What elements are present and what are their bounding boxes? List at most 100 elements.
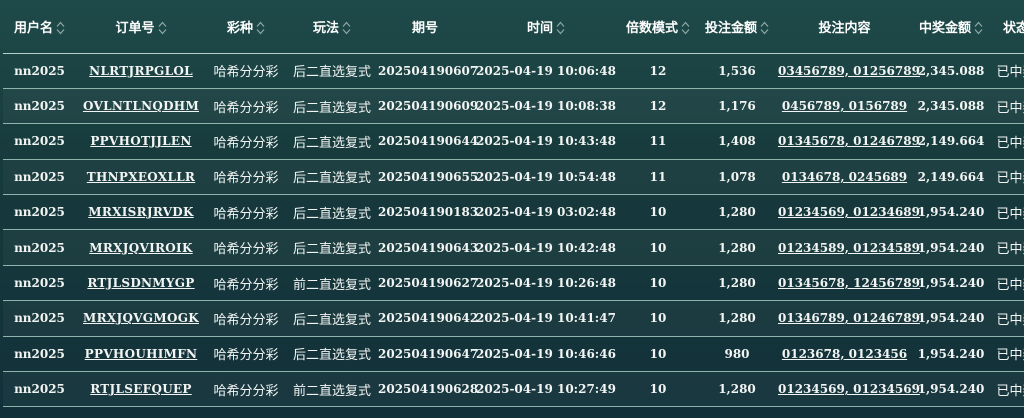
cell-issue-number: 202504190628	[378, 371, 478, 408]
sort-icon[interactable]	[158, 21, 167, 35]
column-header-bet-amount[interactable]: 投注金额	[696, 0, 778, 53]
cell-status: 已中奖	[991, 300, 1024, 337]
cell-bet-amount: 1,280	[696, 300, 778, 337]
bet-content-link[interactable]: 01346789, 01246789	[778, 311, 920, 325]
bet-content-link[interactable]: 0123678, 0123456	[782, 347, 907, 361]
table-header: 用户名 订单号 彩种 玩法 期号 时间 倍数模式 投注金额 投注内容 中奖金额 状态	[3, 0, 1024, 53]
cell-lottery-type: 哈希分分彩	[206, 300, 286, 337]
sort-icon[interactable]	[342, 21, 351, 35]
cell-status: 已中奖	[991, 123, 1024, 160]
cell-order-number: NLRTJRPGLOL	[76, 52, 206, 89]
sort-icon[interactable]	[556, 21, 565, 35]
cell-lottery-type: 哈希分分彩	[206, 87, 286, 124]
cell-issue-number: 202504190183	[378, 194, 478, 230]
order-number-link[interactable]: NLRTJRPGLOL	[89, 64, 193, 78]
order-number-link[interactable]: MRXJQVGMOGK	[83, 311, 199, 325]
sort-icon[interactable]	[256, 21, 265, 35]
cell-multiple-mode: 12	[620, 87, 696, 124]
order-number-link[interactable]: THNPXEOXLLR	[87, 170, 195, 184]
column-header-win-amount[interactable]: 中奖金额	[911, 0, 991, 53]
column-header-lottery-type[interactable]: 彩种	[206, 0, 286, 53]
cell-bet-content: 01345678, 01246789	[778, 123, 920, 160]
cell-username: nn2025	[3, 87, 76, 124]
order-number-link[interactable]: OVLNTLNQDHM	[83, 99, 199, 113]
column-header-label: 状态	[1002, 20, 1024, 36]
bet-content-link[interactable]: 01234589, 01234589	[778, 241, 920, 255]
column-header-bet-content: 投注内容	[778, 0, 911, 53]
bet-records-panel: 用户名 订单号 彩种 玩法 期号 时间 倍数模式 投注金额 投注内容 中奖金额 状态 nn2025 N…	[0, 0, 1024, 418]
cell-lottery-type: 哈希分分彩	[206, 123, 286, 160]
table-body: nn2025 NLRTJRPGLOL 哈希分分彩 后二直选复式 202504190607…	[3, 52, 1024, 408]
cell-win-amount: 1,954.240	[911, 194, 991, 230]
sort-icon[interactable]	[56, 21, 65, 35]
order-number-link[interactable]: MRXJQVIROIK	[89, 241, 192, 255]
column-header-label: 时间	[526, 20, 553, 36]
header-row: 用户名 订单号 彩种 玩法 期号 时间 倍数模式 投注金额 投注内容 中奖金额 状态	[3, 0, 1024, 53]
cell-order-number: RTJLSDNMYGP	[76, 264, 206, 301]
bet-content-link[interactable]: 01234569, 01234689	[778, 205, 920, 219]
cell-username: nn2025	[3, 123, 76, 160]
bet-records-table: 用户名 订单号 彩种 玩法 期号 时间 倍数模式 投注金额 投注内容 中奖金额 状态 nn2025 N…	[3, 0, 1024, 408]
cell-username: nn2025	[3, 52, 76, 89]
cell-win-amount: 1,954.240	[911, 335, 991, 372]
cell-bet-time: 2025-04-19 10:08:38	[472, 87, 620, 124]
cell-bet-amount: 1,280	[696, 194, 778, 230]
cell-bet-amount: 1,280	[696, 264, 778, 301]
cell-lottery-type: 哈希分分彩	[206, 194, 286, 230]
sort-icon[interactable]	[974, 21, 983, 35]
cell-status: 已中奖	[991, 158, 1024, 195]
cell-username: nn2025	[3, 194, 76, 230]
column-header-multiple-mode[interactable]: 倍数模式	[620, 0, 696, 53]
column-header-issue-number: 期号	[378, 0, 472, 53]
cell-bet-content: 0134678, 0245689	[778, 158, 911, 195]
column-header-bet-time[interactable]: 时间	[472, 0, 620, 53]
cell-multiple-mode: 10	[620, 264, 696, 301]
cell-bet-time: 2025-04-19 10:27:49	[472, 371, 620, 408]
order-number-link[interactable]: MRXISRJRVDK	[88, 205, 194, 219]
cell-order-number: PPVHOTJJLEN	[76, 123, 206, 160]
cell-status: 已中奖	[991, 194, 1024, 230]
cell-play-method: 后二直选复式	[286, 194, 378, 230]
cell-bet-content: 01234569, 01234689	[778, 194, 920, 230]
cell-bet-content: 0456789, 0156789	[778, 87, 911, 124]
cell-order-number: MRXJQVGMOGK	[76, 300, 206, 337]
bet-content-link[interactable]: 03456789, 01256789	[778, 64, 920, 78]
cell-lottery-type: 哈希分分彩	[206, 52, 286, 89]
column-header-label: 彩种	[226, 20, 253, 36]
bet-content-link[interactable]: 0134678, 0245689	[782, 170, 907, 184]
column-header-order-number[interactable]: 订单号	[76, 0, 206, 53]
bet-content-link[interactable]: 01345678, 01246789	[778, 134, 920, 148]
sort-icon[interactable]	[681, 21, 690, 35]
bet-content-link[interactable]: 01234569, 01234569	[778, 382, 920, 396]
order-number-link[interactable]: RTJLSEFQUEP	[90, 382, 192, 396]
column-header-label: 玩法	[312, 20, 339, 36]
sort-icon[interactable]	[760, 21, 769, 35]
column-header-play-method[interactable]: 玩法	[286, 0, 378, 53]
cell-lottery-type: 哈希分分彩	[206, 158, 286, 195]
table-row: nn2025 RTJLSEFQUEP 哈希分分彩 前二直选复式 202504190628…	[3, 371, 1024, 408]
cell-issue-number: 202504190627	[378, 264, 478, 301]
column-header-label: 倍数模式	[625, 20, 678, 36]
order-number-link[interactable]: RTJLSDNMYGP	[87, 276, 194, 290]
cell-bet-content: 01345678, 12456789	[778, 264, 920, 301]
cell-lottery-type: 哈希分分彩	[206, 229, 286, 266]
cell-bet-content: 0123678, 0123456	[778, 335, 911, 372]
bet-content-link[interactable]: 01345678, 12456789	[778, 276, 920, 290]
order-number-link[interactable]: PPVHOUHIMFN	[85, 347, 198, 361]
cell-multiple-mode: 10	[620, 194, 696, 230]
cell-issue-number: 202504190609	[378, 87, 478, 124]
cell-play-method: 后二直选复式	[286, 229, 378, 266]
cell-multiple-mode: 10	[620, 335, 696, 372]
cell-play-method: 后二直选复式	[286, 300, 378, 337]
cell-username: nn2025	[3, 335, 76, 372]
cell-play-method: 后二直选复式	[286, 123, 378, 160]
cell-issue-number: 202504190655	[378, 158, 478, 195]
cell-bet-amount: 1,536	[696, 52, 778, 89]
cell-bet-content: 01234569, 01234569	[778, 371, 920, 408]
cell-play-method: 后二直选复式	[286, 335, 378, 372]
order-number-link[interactable]: PPVHOTJJLEN	[90, 134, 191, 148]
cell-username: nn2025	[3, 264, 76, 301]
cell-username: nn2025	[3, 229, 76, 266]
bet-content-link[interactable]: 0456789, 0156789	[782, 99, 907, 113]
column-header-username[interactable]: 用户名	[3, 0, 76, 53]
